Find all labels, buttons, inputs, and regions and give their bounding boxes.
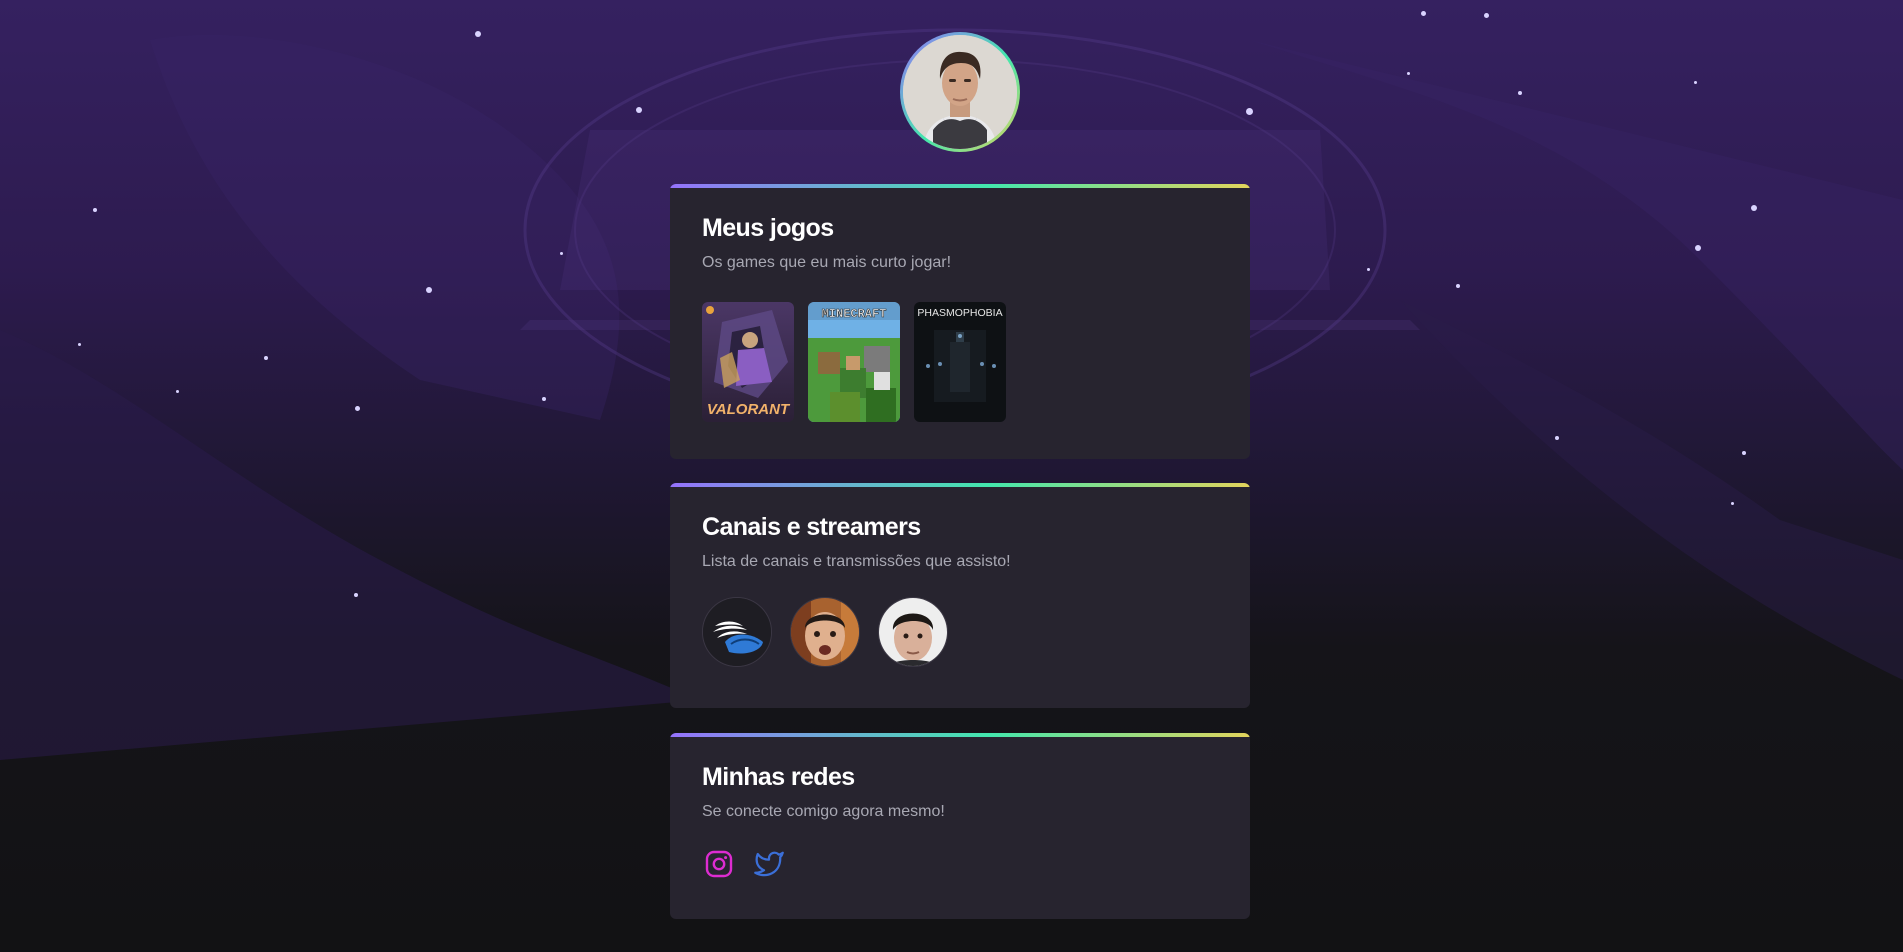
profile-photo-icon: [903, 35, 1017, 149]
streamers-card: Canais e streamers Lista de canais e tra…: [670, 483, 1250, 708]
winged-shoe-logo-icon[interactable]: [702, 597, 772, 668]
valorant-title: VALORANT: [707, 401, 791, 418]
socials-section-subtitle: Se conecte comigo agora mesmo!: [702, 803, 945, 820]
streamer-avatar-icon[interactable]: [878, 597, 948, 668]
twitter-icon[interactable]: [754, 849, 784, 879]
socials-section-title: Minhas redes: [702, 763, 855, 791]
games-section-subtitle: Os games que eu mais curto jogar!: [702, 254, 952, 271]
games-card: Meus jogos Os games que eu mais curto jo…: [670, 184, 1250, 459]
valorant-cover-icon[interactable]: VALORANT: [702, 302, 794, 423]
streamers-section-subtitle: Lista de canais e transmissões que assis…: [702, 553, 1011, 570]
streamer-avatar-icon[interactable]: [790, 597, 860, 668]
minecraft-title: MINECRAFT: [822, 307, 887, 321]
social-links: [702, 849, 1218, 879]
streamers-section-title: Canais e streamers: [702, 513, 921, 541]
games-section-title: Meus jogos: [702, 214, 834, 242]
phasmophobia-title: PHASMOPHOBIA: [917, 307, 1002, 319]
phasmophobia-cover-icon[interactable]: PHASMOPHOBIA: [914, 302, 1006, 423]
instagram-icon[interactable]: [704, 849, 734, 879]
socials-card: Minhas redes Se conecte comigo agora mes…: [670, 733, 1250, 919]
profile-avatar: [900, 32, 1020, 152]
streamers-list: [702, 597, 1218, 668]
minecraft-cover-icon[interactable]: MINECRAFT: [808, 302, 900, 423]
games-list: VALORANT MINECRAFT PHASMOPHOBIA: [702, 302, 1218, 423]
